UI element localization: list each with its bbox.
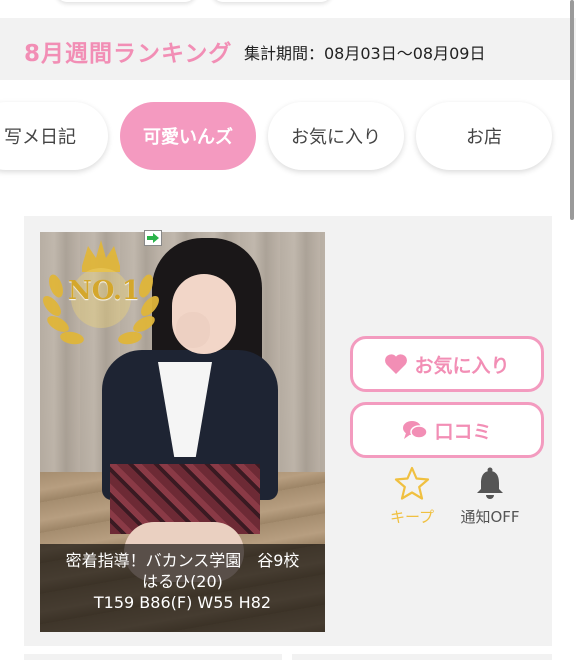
ranking-title: 8月週間ランキング [24, 41, 233, 67]
keep-toggle[interactable]: キープ [384, 466, 440, 527]
keep-label: キープ [389, 508, 435, 526]
tab-label: 可愛いんズ [143, 127, 233, 148]
notify-label: 通知OFF [460, 508, 520, 526]
tab-label: お気に入り [291, 127, 381, 148]
favorite-button[interactable]: お気に入り [350, 336, 544, 392]
heart-icon [385, 354, 408, 374]
ranking-period: 集計期間：08月03日〜08月09日 [244, 44, 486, 63]
next-card-stub-left [24, 654, 282, 660]
tab-shop[interactable]: お店 [416, 102, 552, 170]
profile-caption: 密着指導！バカンス学園 谷9校 はるひ(20) T159 B86(F) W55 … [40, 544, 325, 632]
ranking-header: 8月週間ランキング 集計期間：08月03日〜08月09日 [0, 18, 576, 80]
previous-item-stub-left [56, 0, 196, 2]
cast-name-age: はるひ(20) [142, 572, 223, 591]
cast-measurements: T159 B86(F) W55 H82 [93, 593, 272, 612]
tab-label: 写メ日記 [4, 127, 76, 148]
profile-photo[interactable]: NO.1 密着指導！バカンス学園 谷9校 はるひ(20) T159 B86(F)… [40, 232, 325, 632]
speech-bubble-icon [403, 421, 429, 439]
tab-cute[interactable]: 可愛いんズ [120, 102, 256, 170]
ranking-tabs: 写メ日記 可愛いんズ お気に入り お店 [0, 102, 576, 172]
rank-badge-text: NO.1 [67, 276, 141, 306]
bell-icon [477, 467, 503, 499]
notify-toggle[interactable]: 通知OFF [452, 466, 528, 527]
tab-photo-diary[interactable]: 写メ日記 [0, 102, 108, 170]
next-card-stub-right [292, 654, 552, 660]
review-button[interactable]: 口コミ [350, 402, 544, 458]
favorite-button-label: お気に入り [414, 354, 510, 377]
tab-favorites[interactable]: お気に入り [268, 102, 404, 170]
previous-item-stub-right [212, 0, 332, 2]
vertical-scrollbar[interactable] [570, 0, 574, 220]
review-button-label: 口コミ [434, 420, 492, 443]
star-outline-icon [394, 466, 430, 500]
shop-name: 密着指導！バカンス学園 谷9校 [65, 551, 300, 570]
photo-figure-hand [176, 312, 210, 348]
new-arrow-icon [144, 230, 162, 246]
tab-label: お店 [466, 127, 502, 148]
